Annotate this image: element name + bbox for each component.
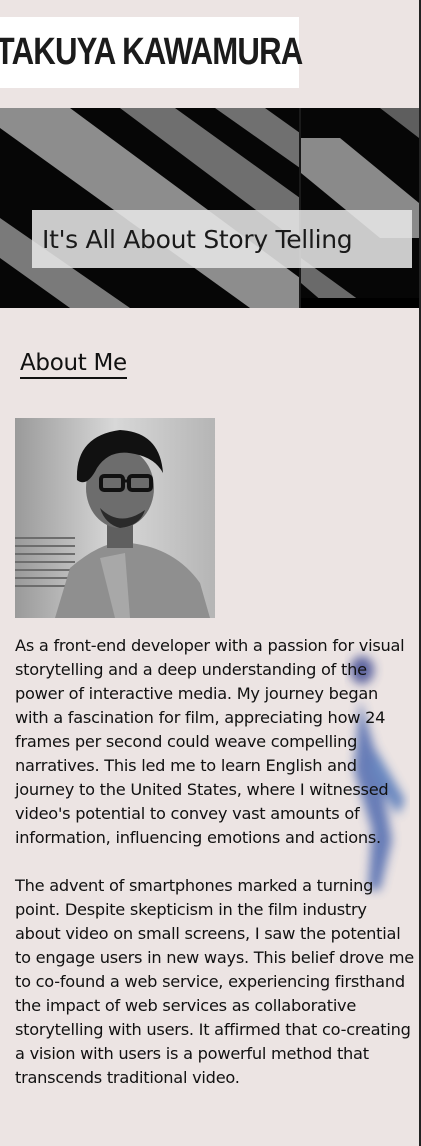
hero-title-box: It's All About Story Telling	[32, 210, 412, 268]
hero-title: It's All About Story Telling	[42, 224, 353, 254]
logo-text: TAKUYA KAWAMURA	[0, 31, 304, 73]
site-logo[interactable]: TAKUYA KAWAMURA	[0, 17, 304, 88]
profile-photo	[15, 418, 215, 618]
about-heading: About Me	[20, 350, 127, 379]
profile-photo-image	[15, 418, 215, 618]
hero-banner: It's All About Story Telling	[0, 108, 419, 308]
about-bio: As a front-end developer with a passion …	[15, 634, 415, 1114]
bio-paragraph: The advent of smartphones marked a turni…	[15, 876, 414, 1087]
hero-stripes-image	[0, 108, 419, 308]
bio-paragraph: As a front-end developer with a passion …	[15, 636, 405, 847]
